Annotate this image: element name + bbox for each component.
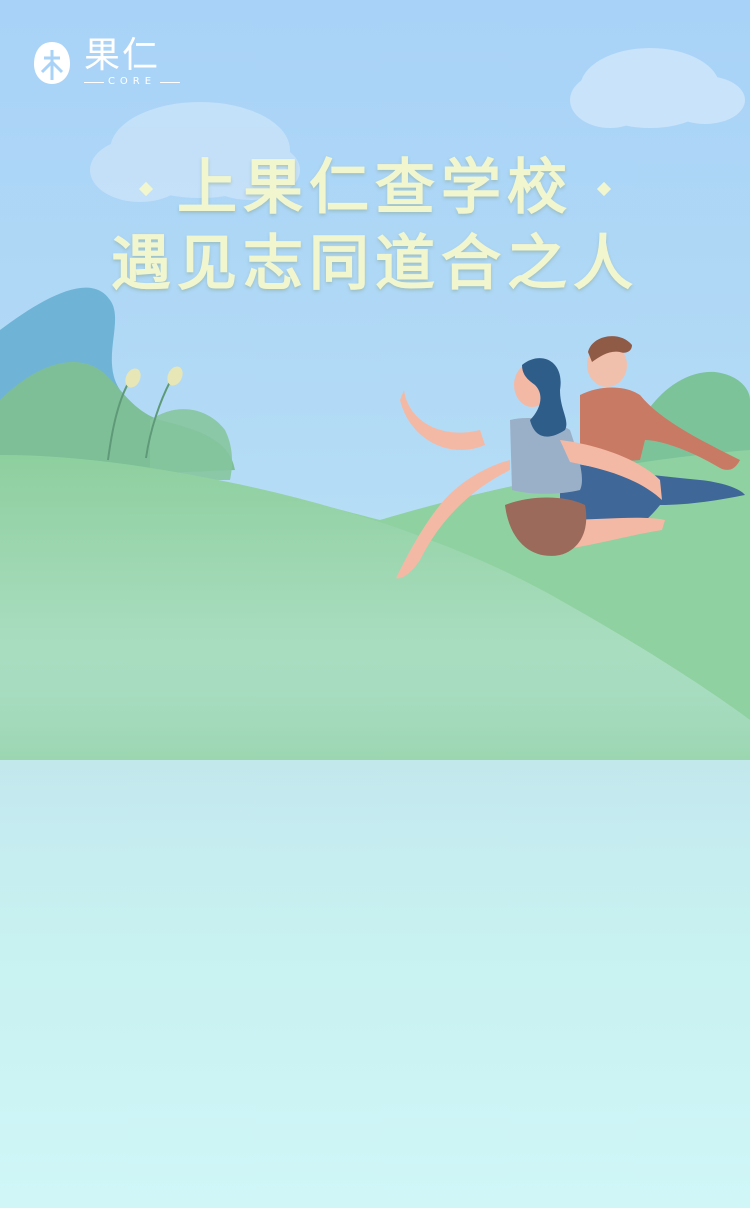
logo: 果仁 CORE bbox=[32, 36, 182, 90]
headline: 上果仁查学校 遇见志同道合之人 bbox=[0, 150, 750, 302]
diamond-icon bbox=[596, 181, 612, 196]
headline-line-2: 遇见志同道合之人 bbox=[111, 229, 639, 299]
cloud-icon bbox=[570, 48, 745, 128]
logo-mark-icon bbox=[34, 42, 70, 84]
headline-line-1: 上果仁查学校 bbox=[0, 150, 750, 226]
logo-subtitle: CORE bbox=[84, 76, 180, 87]
bush-icon bbox=[150, 409, 233, 480]
logo-text: 果仁 bbox=[84, 35, 161, 76]
diamond-icon bbox=[138, 181, 154, 196]
headline-line-1-text: 上果仁查学校 bbox=[177, 153, 573, 223]
poster: 果仁 CORE 上果仁查学校 遇见志同道合之人 bbox=[0, 0, 750, 1208]
